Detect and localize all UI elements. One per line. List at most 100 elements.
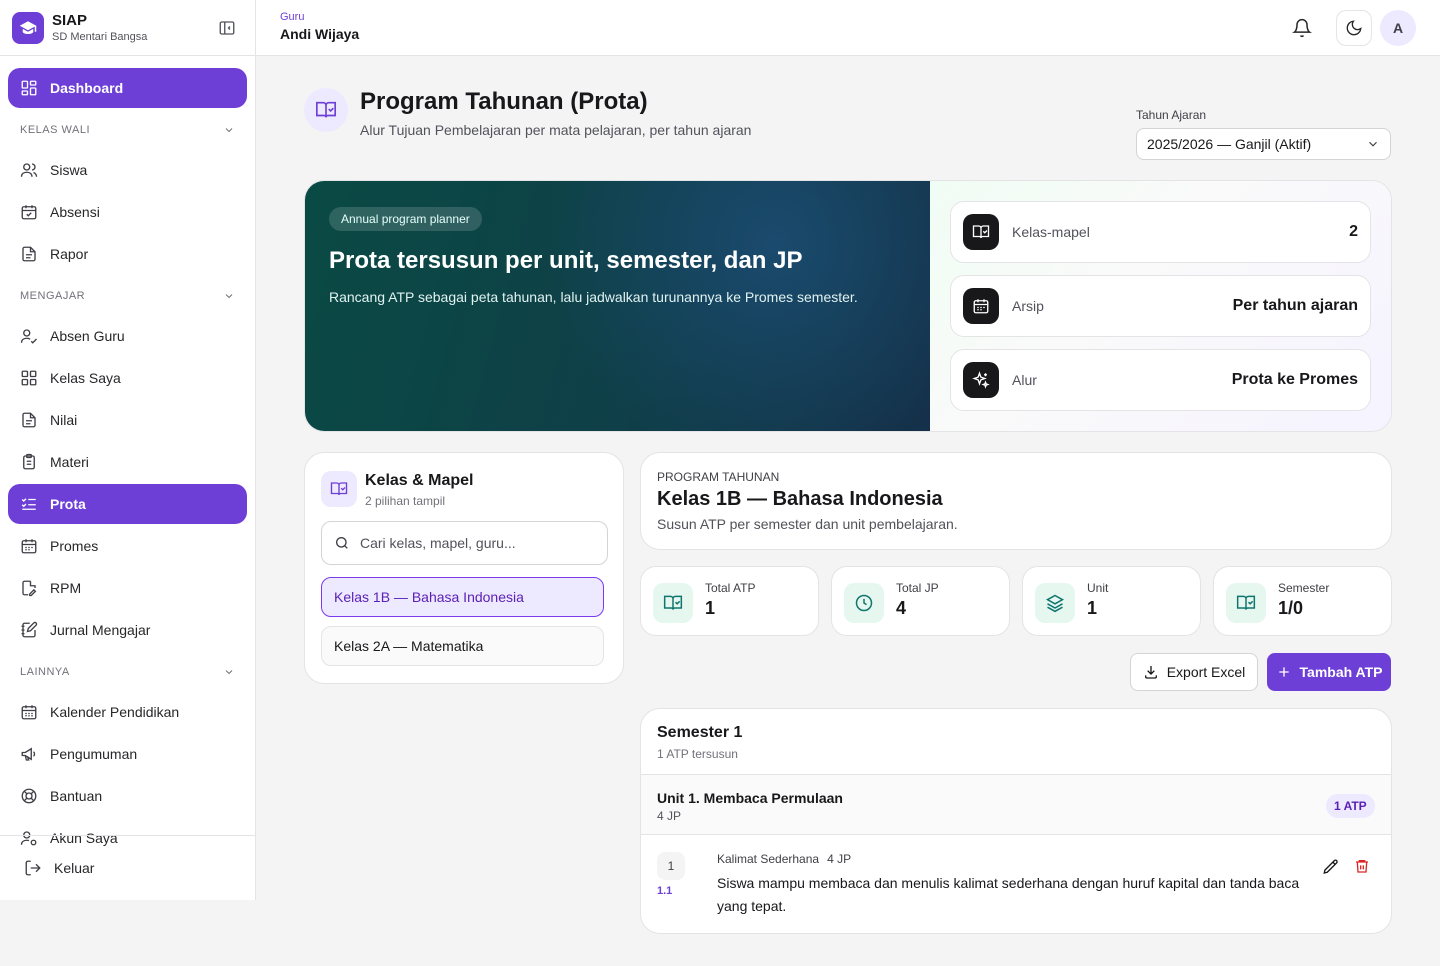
page-title: Program Tahunan (Prota) [360, 88, 648, 115]
sidebar-item-label: Prota [50, 496, 86, 512]
semester-subtitle: 1 ATP tersusun [657, 747, 738, 761]
atp-topic: Kalimat Sederhana 4 JP [717, 852, 851, 866]
sidebar-item-bantuan[interactable]: Bantuan [8, 776, 247, 816]
sidebar-item-dashboard[interactable]: Dashboard [8, 68, 247, 108]
user-role: Guru [280, 11, 305, 23]
stat-semester: Semester 1/0 [1213, 566, 1392, 636]
stat-total-atp: Total ATP 1 [640, 566, 819, 636]
trash-icon[interactable] [1354, 858, 1370, 874]
chevron-down-icon [223, 666, 235, 678]
section-kelas-wali[interactable]: KELAS WALI [8, 110, 247, 150]
user-check-icon [20, 327, 38, 345]
semester-title: Semester 1 [657, 724, 743, 741]
sidebar-item-label: Promes [50, 538, 99, 554]
sidebar-item-label: Absen Guru [50, 328, 125, 344]
stat-value: 4 [896, 598, 907, 618]
avatar[interactable]: A [1380, 10, 1416, 46]
sidebar-item-pengumuman[interactable]: Pengumuman [8, 734, 247, 774]
sidebar-item-rapor[interactable]: Rapor [8, 234, 247, 274]
panel-title: Kelas & Mapel [365, 472, 474, 489]
list-check-icon [20, 495, 38, 513]
hero-badge: Annual program planner [329, 207, 482, 231]
sidebar-item-prota[interactable]: Prota [8, 484, 247, 524]
atp-code: 1.1 [657, 885, 673, 897]
sidebar-item-label: Jurnal Mengajar [50, 622, 151, 638]
bell-icon[interactable] [1292, 18, 1312, 38]
section-label: KELAS WALI [20, 124, 91, 136]
topbar: Guru Andi Wijaya A [256, 0, 1440, 56]
add-atp-button[interactable]: Tambah ATP [1267, 653, 1391, 691]
sidebar-item-siswa[interactable]: Siswa [8, 150, 247, 190]
hero-stat-alur: Alur Prota ke Promes [950, 349, 1371, 411]
calendar-check-icon [20, 203, 38, 221]
book-check-icon [321, 471, 357, 507]
section-mengajar[interactable]: MENGAJAR [8, 276, 247, 316]
sidebar-item-kalender[interactable]: Kalender Pendidikan [8, 692, 247, 732]
grid-icon [20, 79, 38, 97]
tahun-ajaran-value: 2025/2026 — Ganjil (Aktif) [1147, 136, 1312, 152]
unit-jp: 4 JP [657, 809, 682, 823]
stat-label: Total JP [896, 581, 939, 595]
export-excel-button[interactable]: Export Excel [1130, 653, 1258, 691]
sidebar-item-absen-guru[interactable]: Absen Guru [8, 316, 247, 356]
sidebar-item-promes[interactable]: Promes [8, 526, 247, 566]
sidebar-item-kelas-saya[interactable]: Kelas Saya [8, 358, 247, 398]
book-check-icon [653, 583, 693, 623]
section-lainnya[interactable]: LAINNYA [8, 652, 247, 692]
atp-description: Siswa mampu membaca dan menulis kalimat … [717, 875, 1300, 914]
file-icon [20, 411, 38, 429]
prota-header-card: PROGRAM TAHUNAN Kelas 1B — Bahasa Indone… [640, 452, 1392, 550]
search-icon [334, 535, 350, 551]
notebook-pen-icon [20, 621, 38, 639]
stat-label: Arsip [1012, 298, 1044, 314]
tahun-ajaran-select[interactable]: 2025/2026 — Ganjil (Aktif) [1136, 128, 1391, 160]
chevron-down-icon [223, 290, 235, 302]
stat-label: Unit [1087, 581, 1109, 595]
sidebar-item-jurnal[interactable]: Jurnal Mengajar [8, 610, 247, 650]
sidebar-item-label: RPM [50, 580, 82, 596]
sparkles-icon [963, 362, 999, 398]
stat-unit: Unit 1 [1022, 566, 1201, 636]
stat-label: Alur [1012, 372, 1037, 388]
sidebar-item-label: Bantuan [50, 788, 103, 804]
hero-text: Rancang ATP sebagai peta tahunan, lalu j… [329, 289, 858, 305]
pencil-icon[interactable] [1322, 858, 1340, 876]
sidebar-item-label: Materi [50, 454, 89, 470]
atp-number: 1 [657, 852, 685, 880]
sidebar-item-absensi[interactable]: Absensi [8, 192, 247, 232]
search-box [321, 521, 608, 565]
stat-value: 2 [1349, 223, 1358, 240]
hero-title: Prota tersusun per unit, semester, dan J… [329, 247, 803, 274]
sidebar-item-nilai[interactable]: Nilai [8, 400, 247, 440]
tahun-ajaran-label: Tahun Ajaran [1136, 108, 1207, 122]
logout-label: Keluar [54, 860, 95, 876]
hero-stat-arsip: Arsip Per tahun ajaran [950, 275, 1371, 337]
sidebar-item-label: Kelas Saya [50, 370, 121, 386]
logout-button[interactable]: Keluar [0, 835, 255, 900]
chevron-down-icon [223, 124, 235, 136]
book-check-icon [1226, 583, 1266, 623]
semester-card: Semester 1 1 ATP tersusun Unit 1. Membac… [640, 708, 1392, 934]
panel-subtitle: 2 pilihan tampil [365, 494, 446, 508]
kelas-item-1b[interactable]: Kelas 1B — Bahasa Indonesia [321, 577, 604, 617]
calendar-icon [20, 537, 38, 555]
book-check-icon [304, 88, 348, 132]
hero-stat-kelas-mapel: Kelas-mapel 2 [950, 201, 1371, 263]
book-check-icon [963, 214, 999, 250]
kelas-item-2a[interactable]: Kelas 2A — Matematika [321, 626, 604, 666]
stat-total-jp: Total JP 4 [831, 566, 1010, 636]
search-input[interactable] [360, 535, 590, 551]
sidebar-item-label: Rapor [50, 246, 89, 262]
theme-toggle-button[interactable] [1336, 10, 1372, 46]
hero-stats: Kelas-mapel 2 Arsip Per tahun ajaran Alu… [930, 181, 1391, 431]
stat-label: Total ATP [705, 581, 756, 595]
sidebar-item-materi[interactable]: Materi [8, 442, 247, 482]
sidebar-item-rpm[interactable]: RPM [8, 568, 247, 608]
kelas-mapel-panel: Kelas & Mapel 2 pilihan tampil Kelas 1B … [304, 452, 624, 684]
sidebar: SIAP SD Mentari Bangsa Dashboard KELAS W… [0, 0, 256, 900]
add-label: Tambah ATP [1299, 664, 1383, 680]
stat-value: 1/0 [1278, 598, 1304, 618]
sidebar-collapse-icon[interactable] [218, 19, 236, 37]
unit-title: Unit 1. Membaca Permulaan [657, 790, 843, 806]
plus-icon [1276, 664, 1300, 680]
